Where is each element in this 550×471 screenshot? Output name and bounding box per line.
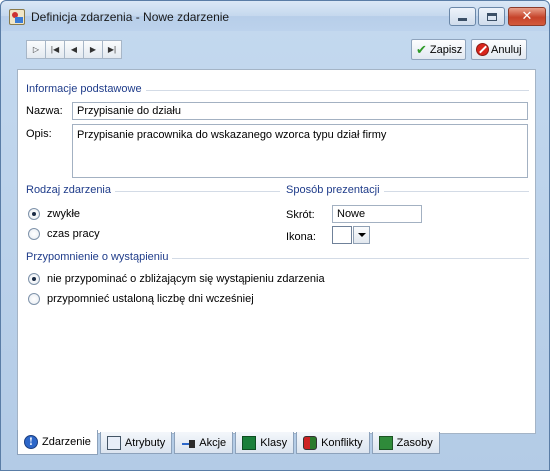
radio-no-reminder[interactable] — [28, 273, 40, 285]
tab-akcje[interactable]: Akcje — [174, 432, 234, 454]
previous-record-button[interactable]: ◀ — [64, 40, 84, 59]
event-type-title: Rodzaj zdarzenia — [26, 184, 115, 196]
event-type-option-normal[interactable]: zwykłe — [28, 208, 80, 220]
reminder-title: Przypomnienie o wystąpieniu — [26, 251, 173, 263]
previous-icon: ◀ — [70, 45, 78, 54]
tab-label: Konflikty — [321, 436, 363, 449]
cancel-icon — [476, 43, 489, 56]
tab-label: Akcje — [199, 436, 227, 449]
save-button[interactable]: ✔ Zapisz — [411, 39, 466, 60]
title-bar[interactable]: Definicja zdarzenia - Nowe zdarzenie ✕ — [1, 1, 549, 31]
tab-label: Zdarzenie — [42, 436, 91, 448]
name-field[interactable]: Przypisanie do działu — [72, 102, 528, 120]
window-title: Definicja zdarzenia - Nowe zdarzenie — [31, 10, 230, 24]
minimize-icon — [458, 18, 467, 21]
info-icon: ! — [24, 435, 38, 449]
record-navigation: ▷ |◀ ◀ ▶ ▶| — [26, 40, 122, 59]
tab-label: Zasoby — [396, 436, 433, 449]
icon-preview[interactable] — [332, 226, 352, 244]
basic-section-title: Informacje podstawowe — [26, 83, 146, 95]
radio-worktime[interactable] — [28, 228, 40, 240]
maximize-button[interactable] — [478, 7, 505, 26]
radio-normal[interactable] — [28, 208, 40, 220]
event-form-panel: Informacje podstawowe Nazwa: Przypisanie… — [17, 69, 536, 434]
name-label: Nazwa: — [26, 105, 63, 117]
cancel-label: Anuluj — [491, 43, 522, 56]
event-definition-window: Definicja zdarzenia - Nowe zdarzenie ✕ ▷… — [0, 0, 550, 471]
resources-icon — [378, 435, 393, 450]
reminder-option-none[interactable]: nie przypominać o zbliżającym się wystąp… — [28, 273, 325, 285]
actions-icon — [181, 436, 196, 450]
last-icon: ▶| — [107, 45, 117, 54]
maximize-icon — [486, 12, 497, 21]
toolbar: ▷ |◀ ◀ ▶ ▶| ✔ Zapisz Anuluj — [9, 35, 543, 63]
description-field[interactable]: Przypisanie pracownika do wskazanego wzo… — [72, 124, 528, 178]
tab-zasoby[interactable]: Zasoby — [371, 432, 440, 454]
first-record-button[interactable]: |◀ — [45, 40, 65, 59]
new-record-button[interactable]: ▷ — [26, 40, 46, 59]
attributes-icon — [106, 435, 121, 450]
new-icon: ▷ — [32, 45, 40, 54]
icon-dropdown-button[interactable] — [353, 226, 370, 244]
check-icon: ✔ — [416, 41, 427, 57]
tab-konflikty[interactable]: Konflikty — [296, 432, 370, 454]
tab-zdarzenie[interactable]: ! Zdarzenie — [17, 430, 98, 455]
next-icon: ▶ — [89, 45, 97, 54]
reminder-option-days[interactable]: przypomnieć ustaloną liczbę dni wcześnie… — [28, 293, 254, 305]
minimize-button[interactable] — [449, 7, 476, 26]
tab-atrybuty[interactable]: Atrybuty — [99, 432, 173, 454]
short-field[interactable]: Nowe — [332, 205, 422, 223]
next-record-button[interactable]: ▶ — [83, 40, 103, 59]
tab-label: Klasy — [260, 436, 288, 449]
app-icon — [9, 9, 25, 25]
event-type-option-label: zwykłe — [47, 208, 81, 220]
save-label: Zapisz — [429, 43, 463, 56]
event-type-option-label: czas pracy — [47, 228, 100, 240]
cancel-button[interactable]: Anuluj — [471, 39, 527, 60]
last-record-button[interactable]: ▶| — [102, 40, 122, 59]
classes-icon — [242, 435, 257, 450]
reminder-option-label: przypomnieć ustaloną liczbę dni wcześnie… — [47, 293, 254, 305]
conflicts-icon — [303, 435, 318, 450]
reminder-option-label: nie przypominać o zbliżającym się wystąp… — [47, 273, 325, 285]
description-label: Opis: — [26, 128, 52, 140]
radio-days-before[interactable] — [28, 293, 40, 305]
chevron-down-icon — [357, 233, 366, 237]
event-type-option-worktime[interactable]: czas pracy — [28, 228, 100, 240]
presentation-title: Sposób prezentacji — [286, 184, 384, 196]
close-button[interactable]: ✕ — [508, 7, 546, 26]
tab-bar: ! Zdarzenie Atrybuty Akcje Klasy Konflik… — [17, 430, 442, 456]
icon-label: Ikona: — [286, 231, 316, 243]
short-label: Skrót: — [286, 209, 315, 221]
tab-label: Atrybuty — [124, 436, 166, 449]
first-icon: |◀ — [50, 45, 60, 54]
tab-klasy[interactable]: Klasy — [235, 432, 295, 454]
close-icon: ✕ — [521, 9, 533, 24]
